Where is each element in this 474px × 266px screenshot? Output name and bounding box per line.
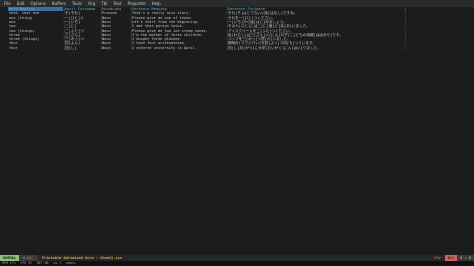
workspace-indicator[interactable]: ws 1: [53, 261, 61, 266]
table-cell: four: [9, 45, 18, 50]
table-cell: 四[し]月[がつ]に大学[だいがく]に入[はい]りました。: [228, 45, 321, 50]
menu-options[interactable]: Options: [30, 0, 45, 7]
menu-tools[interactable]: Tools: [72, 0, 82, 7]
cpu-indicator: CPU 3%: [20, 261, 32, 265]
net-indicator: NET 0B: [36, 261, 49, 265]
mem-indicator: MEM 27%: [2, 261, 16, 265]
menu-tbl[interactable]: Tbl: [101, 0, 107, 7]
menu-help[interactable]: Help: [152, 0, 161, 7]
menu-bar: File Edit Options Buffers Tools Org Tbl …: [0, 0, 474, 7]
editor-buffer[interactable]: Word-Meaning | Kanji-Furigana | Vocab-po…: [0, 7, 474, 255]
table-cell: 四[し]: [65, 45, 77, 50]
menu-buffers[interactable]: Buffers: [52, 0, 66, 7]
menu-text[interactable]: Text: [113, 0, 121, 7]
active-window-label[interactable]: emacs: [66, 261, 76, 266]
system-taskbar: MEM 27% CPU 3% NET 0B ws 1 emacs: [0, 261, 474, 266]
menu-proportle[interactable]: Proportle: [127, 0, 145, 7]
table-row[interactable]: four 四[し] Noun I entered university in Apri…: [4, 46, 474, 50]
menu-file[interactable]: File: [4, 0, 11, 7]
table-cell: I entered university in April.: [132, 45, 197, 50]
menu-edit[interactable]: Edit: [17, 0, 25, 7]
table-cell: Noun: [102, 45, 111, 50]
menu-org[interactable]: Org: [88, 0, 95, 7]
